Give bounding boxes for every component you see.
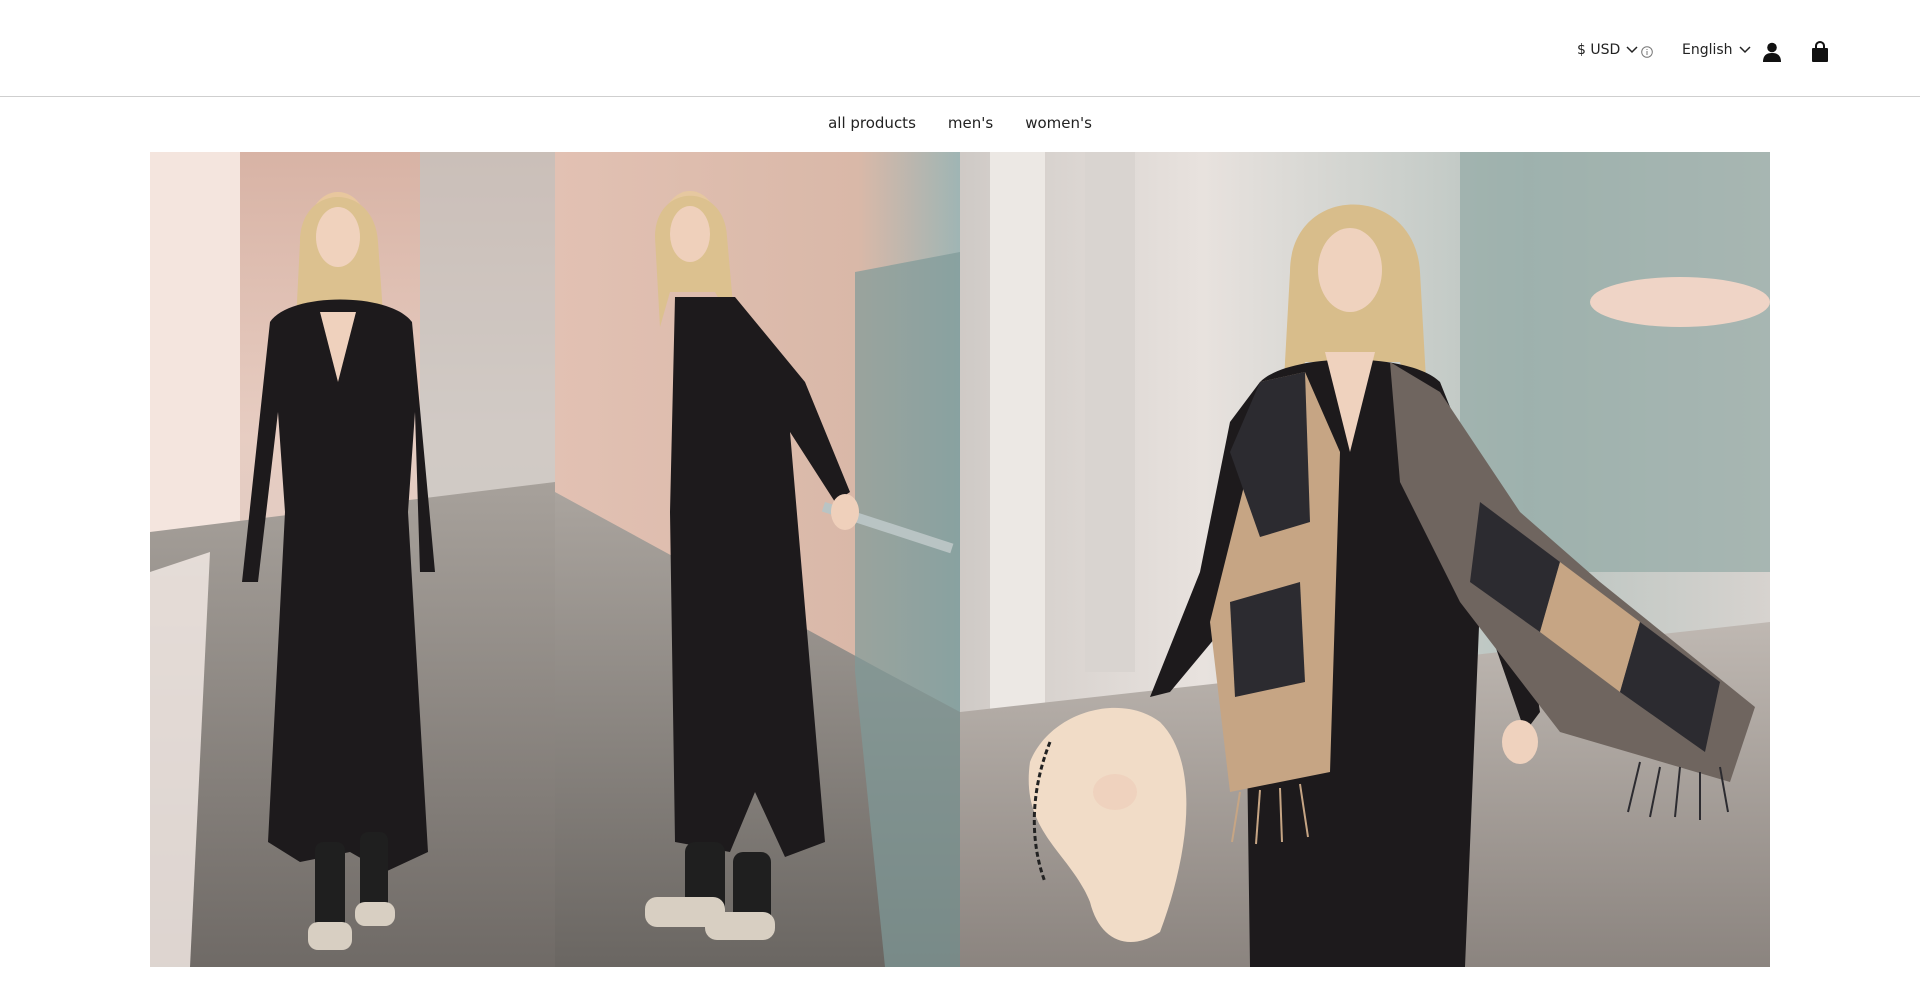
currency-selector[interactable]: $ USD — [1577, 42, 1638, 58]
user-icon[interactable] — [1761, 41, 1783, 63]
chevron-down-icon — [1739, 46, 1751, 54]
currency-label: $ USD — [1577, 42, 1621, 58]
top-header: $ USD English — [0, 0, 1920, 97]
nav-item-womens[interactable]: women's — [1025, 114, 1092, 132]
language-label: English — [1682, 42, 1733, 58]
language-selector[interactable]: English — [1682, 42, 1751, 58]
shopping-bag-icon[interactable] — [1809, 41, 1831, 63]
hero-banner[interactable] — [150, 152, 1770, 967]
info-icon[interactable] — [1641, 46, 1653, 58]
nav-item-all-products[interactable]: all products — [828, 114, 916, 132]
nav-item-mens[interactable]: men's — [948, 114, 993, 132]
hero-image-2 — [555, 152, 960, 967]
hero-image-3 — [960, 152, 1770, 967]
main-nav: all products men's women's — [0, 98, 1920, 148]
hero-image-1 — [150, 152, 555, 967]
chevron-down-icon — [1626, 46, 1638, 54]
